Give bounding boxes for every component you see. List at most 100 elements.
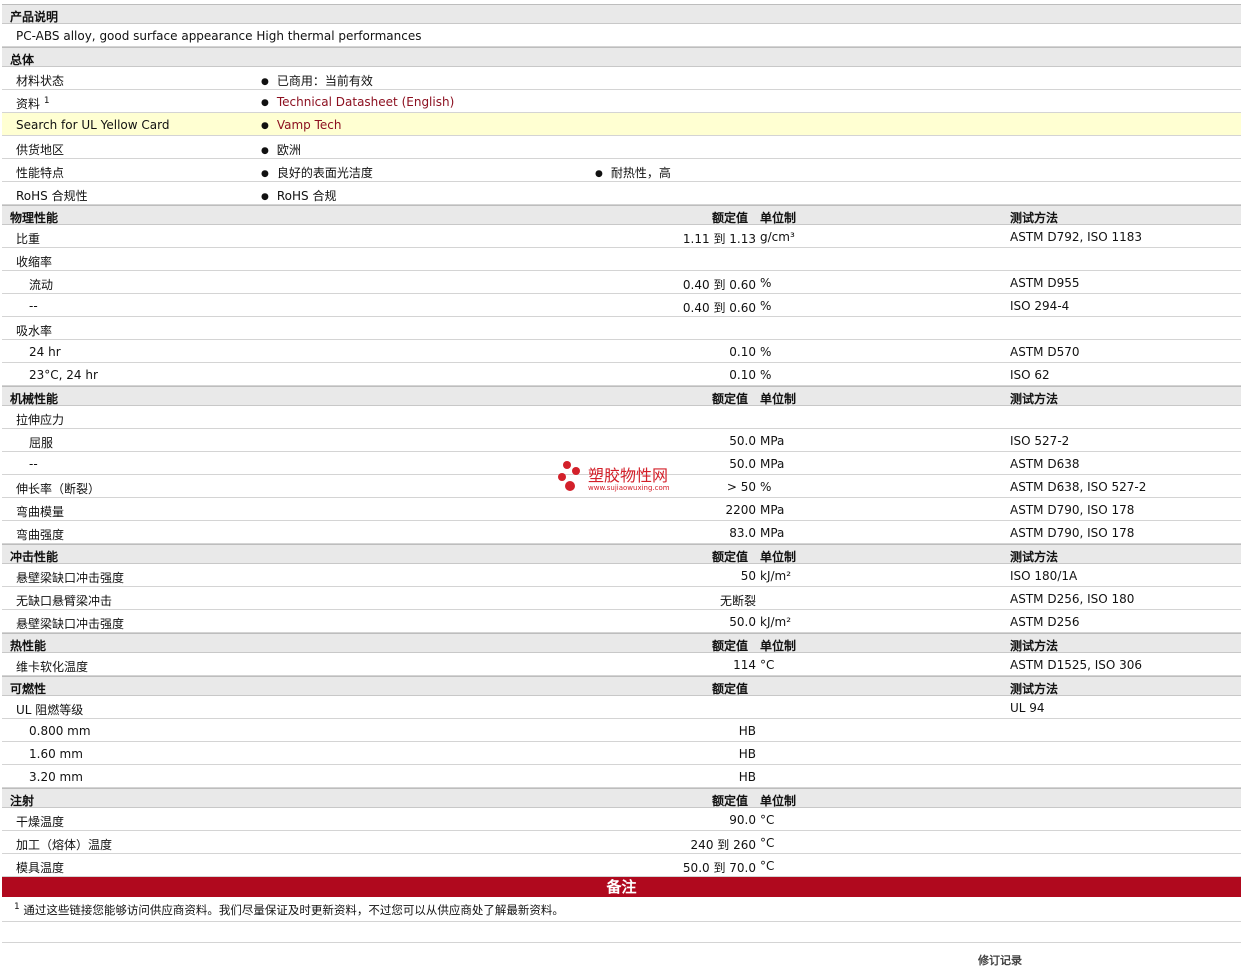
header-value: 额定值 xyxy=(712,211,749,225)
row-label: RoHS 合规性 xyxy=(16,189,88,203)
section-title: 总体 xyxy=(10,53,35,67)
description-row: PC-ABS alloy, good surface appearance Hi… xyxy=(2,24,1241,47)
row-method: ISO 294-4 xyxy=(1010,299,1070,313)
footnote-marker: 1 xyxy=(14,902,20,913)
row-value: 50.0 xyxy=(729,457,756,471)
row-method: ASTM D955 xyxy=(1010,276,1080,290)
technical-datasheet-link[interactable]: Technical Datasheet (English) xyxy=(277,95,454,109)
row-value: 0.40 到 0.60 xyxy=(682,301,756,315)
property-row: 收缩率 xyxy=(2,248,1241,271)
row-label: 屈服 xyxy=(29,436,54,450)
row-label: 3.20 mm xyxy=(29,770,83,784)
row-value: 0.40 到 0.60 xyxy=(682,278,756,292)
row-value: HB xyxy=(738,724,756,738)
row-method: ISO 180/1A xyxy=(1010,569,1078,583)
row-value: Technical Datasheet (English) xyxy=(261,95,454,109)
header-value: 额定值 xyxy=(712,794,749,808)
section-general: 总体 xyxy=(2,47,1241,67)
property-row: 比重 1.11 到 1.13 g/cm³ ASTM D792, ISO 1183 xyxy=(2,225,1241,248)
row-method: ASTM D638 xyxy=(1010,457,1080,471)
header-method: 测试方法 xyxy=(1010,392,1059,406)
row-value: 1.11 到 1.13 xyxy=(682,232,756,246)
row-value: 耐热性，高 xyxy=(595,164,671,181)
row-value: 114 xyxy=(733,658,756,672)
row-method: ASTM D792, ISO 1183 xyxy=(1010,230,1143,244)
row-unit: MPa xyxy=(760,457,785,471)
watermark: 塑胶物性网 www.sujiaowuxing.com xyxy=(557,459,692,495)
row-label: 资料 1 xyxy=(16,95,50,112)
header-unit: 单位制 xyxy=(760,392,797,406)
row-value: Vamp Tech xyxy=(261,118,342,132)
watermark-url: www.sujiaowuxing.com xyxy=(588,484,670,492)
material-status-row: 材料状态 已商用：当前有效 xyxy=(2,67,1241,90)
section-title: 冲击性能 xyxy=(10,550,59,564)
property-row: 无缺口悬臂梁冲击 无断裂 ASTM D256, ISO 180 xyxy=(2,587,1241,610)
row-method: ASTM D570 xyxy=(1010,345,1080,359)
row-label: 收缩率 xyxy=(16,255,53,269)
row-label: 流动 xyxy=(29,278,54,292)
section-mechanical: 机械性能 额定值 单位制 测试方法 xyxy=(2,386,1241,406)
property-row: 模具温度 50.0 到 70.0 °C xyxy=(2,854,1241,877)
header-unit: 单位制 xyxy=(760,550,797,564)
row-label: 性能特点 xyxy=(16,166,65,180)
row-value: 50 xyxy=(740,569,756,583)
row-label: 材料状态 xyxy=(16,74,65,88)
row-label: 伸长率（断裂） xyxy=(16,482,101,496)
description-text: PC-ABS alloy, good surface appearance Hi… xyxy=(16,29,422,43)
header-value: 额定值 xyxy=(712,682,749,696)
footnote-text: 通过这些链接您能够访问供应商资料。我们尽量保证及时更新资料，不过您可以从供应商处… xyxy=(23,903,564,917)
row-unit: °C xyxy=(760,813,775,827)
row-label: 24 hr xyxy=(29,345,61,359)
watermark-title: 塑胶物性网 xyxy=(588,466,669,485)
row-method: ASTM D256, ISO 180 xyxy=(1010,592,1135,606)
row-unit: % xyxy=(760,299,772,313)
row-value: 已商用：当前有效 xyxy=(261,72,373,89)
notes-banner: 备注 xyxy=(2,877,1241,897)
footnote: 1 通过这些链接您能够访问供应商资料。我们尽量保证及时更新资料，不过您可以从供应… xyxy=(14,902,564,918)
region-row: 供货地区 欧洲 xyxy=(2,136,1241,159)
row-method: ASTM D790, ISO 178 xyxy=(1010,503,1135,517)
section-title: 产品说明 xyxy=(10,10,59,24)
property-row: 拉伸应力 xyxy=(2,406,1241,429)
row-label: 吸水率 xyxy=(16,324,53,338)
section-title: 可燃性 xyxy=(10,682,47,696)
rohs-row: RoHS 合规性 RoHS 合规 xyxy=(2,182,1241,205)
property-row: 1.60 mm HB xyxy=(2,742,1241,765)
row-label: 供货地区 xyxy=(16,143,65,157)
revision-history-label: 修订记录 xyxy=(978,954,1022,967)
row-method: ISO 527-2 xyxy=(1010,434,1070,448)
row-label: 悬壁梁缺口冲击强度 xyxy=(16,571,125,585)
property-row: 23°C, 24 hr 0.10 % ISO 62 xyxy=(2,363,1241,386)
section-title: 热性能 xyxy=(10,639,47,653)
row-method: ASTM D638, ISO 527-2 xyxy=(1010,480,1147,494)
section-thermal: 热性能 额定值 单位制 测试方法 xyxy=(2,633,1241,653)
row-label: -- xyxy=(29,299,38,313)
vamp-tech-link[interactable]: Vamp Tech xyxy=(277,118,342,132)
row-value: 2200 xyxy=(725,503,756,517)
row-label: 加工（熔体）温度 xyxy=(16,838,113,852)
property-row: 干燥温度 90.0 °C xyxy=(2,808,1241,831)
row-unit: % xyxy=(760,345,772,359)
section-flammability: 可燃性 额定值 测试方法 xyxy=(2,676,1241,696)
property-row: 0.800 mm HB xyxy=(2,719,1241,742)
header-unit: 单位制 xyxy=(760,794,797,808)
row-label: 23°C, 24 hr xyxy=(29,368,98,382)
row-unit: % xyxy=(760,368,772,382)
row-method: ISO 62 xyxy=(1010,368,1050,382)
ul-yellow-card-row: Search for UL Yellow Card Vamp Tech xyxy=(2,113,1241,136)
row-label: 无缺口悬臂梁冲击 xyxy=(16,594,113,608)
row-label: 0.800 mm xyxy=(29,724,91,738)
row-label: 维卡软化温度 xyxy=(16,660,89,674)
property-row: 吸水率 xyxy=(2,317,1241,340)
watermark-logo-icon xyxy=(558,461,580,491)
row-unit: % xyxy=(760,276,772,290)
row-unit: kJ/m² xyxy=(760,569,792,583)
section-title: 注射 xyxy=(10,794,35,808)
row-label: 干燥温度 xyxy=(16,815,65,829)
header-method: 测试方法 xyxy=(1010,682,1059,696)
section-impact: 冲击性能 额定值 单位制 测试方法 xyxy=(2,544,1241,564)
property-row: 悬壁梁缺口冲击强度 50.0 kJ/m² ASTM D256 xyxy=(2,610,1241,633)
header-value: 额定值 xyxy=(712,639,749,653)
section-title: 物理性能 xyxy=(10,211,59,225)
property-row: 3.20 mm HB xyxy=(2,765,1241,788)
